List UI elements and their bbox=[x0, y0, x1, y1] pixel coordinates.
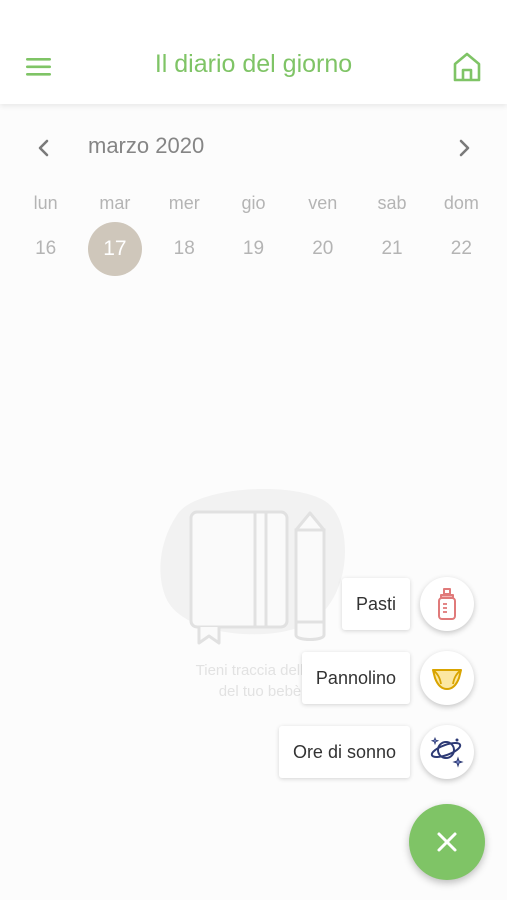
speed-dial-diaper[interactable]: Pannolino bbox=[0, 651, 474, 705]
baby-bottle-icon bbox=[438, 588, 456, 620]
sleep-button[interactable] bbox=[420, 725, 474, 779]
home-icon bbox=[453, 52, 481, 82]
diaper-label[interactable]: Pannolino bbox=[301, 652, 410, 704]
diaper-button[interactable] bbox=[420, 651, 474, 705]
meals-button[interactable] bbox=[420, 577, 474, 631]
sleep-planet-icon bbox=[430, 736, 464, 768]
speed-dial-overlay[interactable] bbox=[0, 104, 507, 900]
page-title: Il diario del giorno bbox=[154, 50, 353, 78]
close-icon bbox=[437, 832, 457, 852]
speed-dial-sleep[interactable]: Ore di sonno bbox=[0, 725, 474, 779]
top-bar: Il diario del giorno bbox=[0, 0, 507, 104]
diaper-icon bbox=[432, 669, 462, 690]
home-button[interactable] bbox=[448, 48, 486, 86]
sleep-label[interactable]: Ore di sonno bbox=[278, 726, 410, 778]
app-screen: Il diario del giorno marzo 2020 lun 16 m… bbox=[0, 0, 507, 900]
speed-dial-meals[interactable]: Pasti bbox=[0, 577, 474, 631]
meals-label[interactable]: Pasti bbox=[341, 578, 410, 630]
close-speed-dial-button[interactable] bbox=[409, 804, 485, 880]
